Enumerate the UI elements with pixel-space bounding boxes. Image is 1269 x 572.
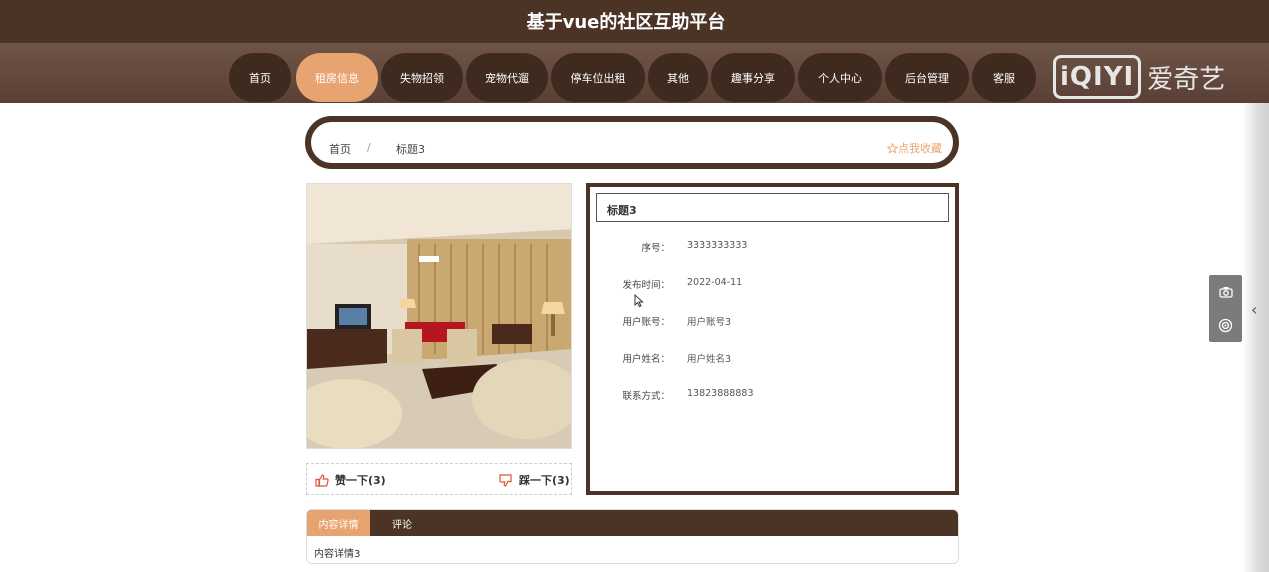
favorite-button[interactable]: 点我收藏 bbox=[887, 140, 942, 156]
nav-item-home[interactable]: 首页 bbox=[229, 53, 291, 102]
nav-item-personal-center[interactable]: 个人中心 bbox=[798, 53, 882, 102]
breadcrumb-separator: / bbox=[367, 141, 371, 154]
field-label-serial: 序号： bbox=[641, 243, 670, 254]
side-tool-panel bbox=[1209, 275, 1242, 342]
thumbs-up-icon bbox=[315, 473, 329, 487]
thumbs-down-icon bbox=[499, 473, 512, 487]
vote-box: 赞一下(3) 踩一下(3) bbox=[306, 463, 572, 495]
breadcrumb: 首页 / 标题3 点我收藏 bbox=[305, 116, 959, 169]
field-value-user-name: 用户姓名3 bbox=[687, 354, 732, 365]
chevron-left-icon[interactable]: ‹ bbox=[1251, 300, 1257, 319]
nav-item-admin[interactable]: 后台管理 bbox=[885, 53, 969, 102]
field-label-user-account: 用户账号： bbox=[622, 317, 670, 328]
target-icon[interactable] bbox=[1209, 309, 1242, 342]
iqiyi-logo-text: iQIYI bbox=[1053, 55, 1142, 99]
field-label-user-name: 用户姓名： bbox=[622, 354, 670, 365]
mouse-cursor-icon bbox=[634, 293, 644, 312]
nav-item-other[interactable]: 其他 bbox=[648, 53, 708, 102]
favorite-label: 点我收藏 bbox=[898, 142, 942, 155]
field-value-serial: 3333333333 bbox=[687, 240, 748, 251]
nav-item-customer-service[interactable]: 客服 bbox=[972, 53, 1036, 102]
nav-item-rental-info[interactable]: 租房信息 bbox=[296, 53, 378, 102]
iqiyi-cn-text: 爱奇艺 bbox=[1147, 64, 1226, 95]
content-tabs: 内容详情 评论 内容详情3 bbox=[306, 509, 959, 564]
camera-icon[interactable] bbox=[1209, 275, 1242, 308]
field-value-user-account: 用户账号3 bbox=[687, 317, 732, 328]
dislike-label: 踩一下(3) bbox=[519, 474, 570, 487]
nav-item-fun-share[interactable]: 趣事分享 bbox=[711, 53, 795, 102]
site-title: 基于vue的社区互助平台 bbox=[526, 12, 726, 33]
iqiyi-watermark-logo: iQIYI 爱奇艺 bbox=[1053, 52, 1225, 102]
nav-item-parking-rental[interactable]: 停车位出租 bbox=[551, 53, 645, 102]
field-label-contact: 联系方式： bbox=[622, 391, 670, 402]
field-label-publish-time: 发布时间： bbox=[622, 280, 670, 291]
star-outline-icon bbox=[887, 142, 898, 154]
breadcrumb-home[interactable]: 首页 bbox=[329, 141, 351, 157]
field-value-contact: 13823888883 bbox=[687, 388, 754, 399]
right-edge-shade bbox=[1242, 103, 1269, 572]
dislike-button[interactable]: 踩一下(3) bbox=[499, 472, 570, 488]
like-label: 赞一下(3) bbox=[335, 474, 386, 487]
detail-panel: 标题3 序号： 3333333333 发布时间： 2022-04-11 用户账号… bbox=[586, 183, 959, 495]
nav-item-pet-walking[interactable]: 宠物代遛 bbox=[466, 53, 548, 102]
tab-content-details[interactable]: 内容详情 bbox=[307, 510, 370, 536]
nav-item-lost-found[interactable]: 失物招领 bbox=[381, 53, 463, 102]
tab-content-text: 内容详情3 bbox=[314, 549, 361, 560]
like-button[interactable]: 赞一下(3) bbox=[315, 472, 386, 488]
breadcrumb-current: 标题3 bbox=[396, 143, 425, 156]
detail-title: 标题3 bbox=[596, 193, 949, 222]
tab-comments[interactable]: 评论 bbox=[370, 510, 434, 536]
top-header-bar: 基于vue的社区互助平台 bbox=[0, 0, 1269, 43]
listing-photo bbox=[306, 183, 572, 449]
field-value-publish-time: 2022-04-11 bbox=[687, 277, 743, 288]
